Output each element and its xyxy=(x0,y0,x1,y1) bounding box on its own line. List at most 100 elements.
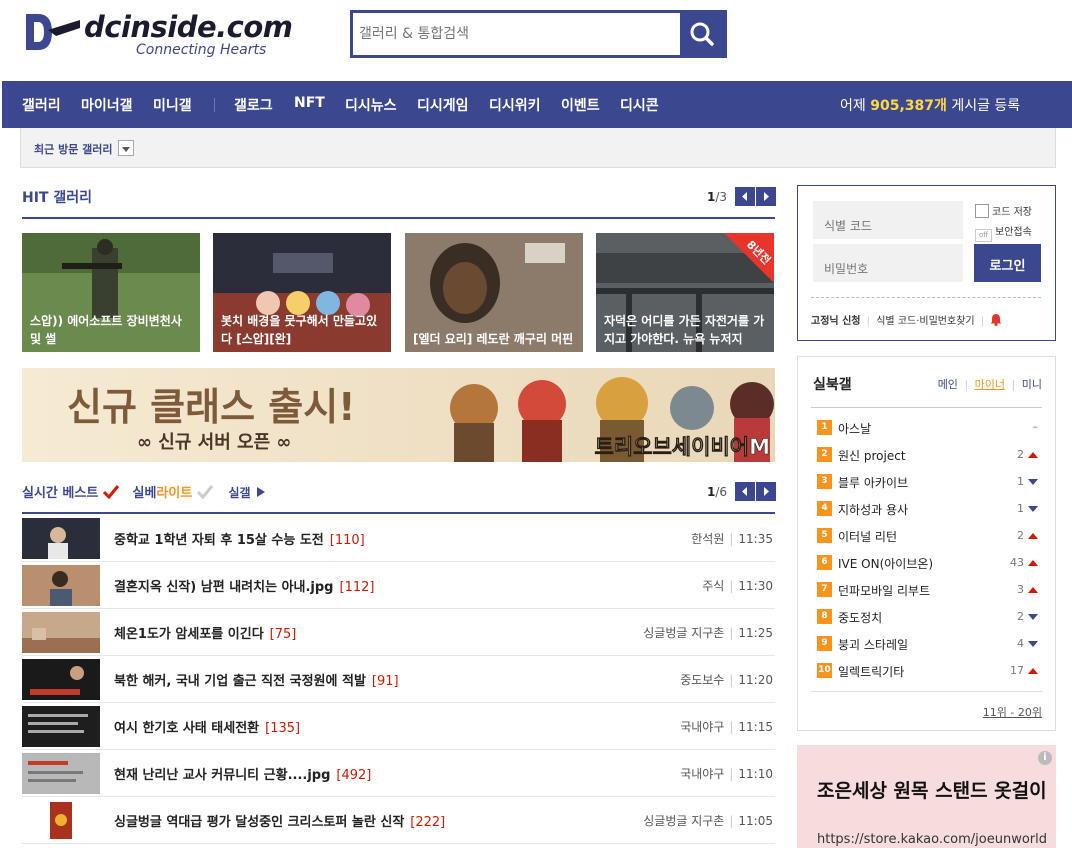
post-thumbnail xyxy=(22,706,100,747)
best-row[interactable]: 체온1도가 암세포를 이긴다 [75] 싱글벙글 지구촌 | 11:25 xyxy=(22,610,775,656)
ranking-more-link[interactable]: 11위 - 20위 xyxy=(983,704,1042,720)
hit-divider xyxy=(22,217,775,219)
rank-down-icon xyxy=(1028,641,1038,647)
hit-card[interactable]: [엘더 요리] 레도란 깨구리 머핀 xyxy=(405,233,583,352)
best-row[interactable]: 현재 난리난 교사 커뮤니티 근황....jpg [492] 국내야구 | 11:10 xyxy=(22,751,775,797)
login-box: 코드 저장 off보안접속 로그인 고정닉 신청 | 식별 코드·비밀번호찾기 … xyxy=(797,185,1056,341)
off-toggle[interactable]: off xyxy=(975,229,992,242)
main-nav: 갤러리 마이너갤 미니갤 갤로그 NFT 디시뉴스 디시게임 디시위키 이벤트 … xyxy=(2,81,1072,128)
hit-card[interactable]: 8년전 자덕은 어디를 가든 자전거를 가지고 가야한다. 뉴욕 뉴저지 xyxy=(596,233,774,352)
dcinside-logo[interactable]: dcinside.com Connecting Hearts xyxy=(22,8,322,60)
arrow-right-icon xyxy=(764,487,769,496)
rank-down-icon xyxy=(1028,479,1038,485)
gallery-name: 중도보수 xyxy=(680,673,725,687)
gallery-name: 지하성과 용사 xyxy=(838,503,909,517)
gallery-name: 싱글벙글 지구촌 xyxy=(643,814,725,828)
rank-badge: 5 xyxy=(817,528,832,543)
tab-mini[interactable]: 미니 xyxy=(1022,378,1042,391)
rank-down-icon xyxy=(1028,614,1038,620)
sidebar-ad[interactable]: i 조은세상 원목 스탠드 옷걸이 https://store.kakao.co… xyxy=(797,745,1056,848)
game-banner[interactable]: 신규 클래스 출시! ∞ 신규 서버 오픈 ∞ 트리오브세이비어M xyxy=(22,368,775,462)
best-tabs: 실시간 베스트 실베라이트 실갤 xyxy=(22,482,266,501)
save-code-option[interactable]: 코드 저장 xyxy=(975,203,1032,218)
nav-dccon[interactable]: 디시콘 xyxy=(620,95,659,115)
hit-card[interactable]: 스압)) 에어소프트 장비변천사 및 썰 xyxy=(22,233,200,352)
best-row[interactable]: 중학교 1학년 자퇴 후 15살 수능 도전 [110] 한석원 | 11:35 xyxy=(22,516,775,562)
hit-card[interactable]: 봇치 배경을 뭇구해서 만들고있다 [스압][완] xyxy=(213,233,391,352)
ranking-item[interactable]: 9 붕괴 스타레일 4 xyxy=(817,634,1042,654)
checkbox-icon[interactable] xyxy=(975,204,989,218)
post-meta: 국내야구 | 11:15 xyxy=(680,720,773,734)
comment-count: [222] xyxy=(410,815,446,830)
secure-login-option[interactable]: off 보안접속 xyxy=(975,223,1032,242)
ranking-item[interactable]: 3 블루 아카이브 1 xyxy=(817,472,1042,492)
play-arrow-icon xyxy=(256,487,265,497)
ranking-footer-divider xyxy=(811,691,1042,692)
logo-tagline: Connecting Hearts xyxy=(136,42,267,58)
nav-event[interactable]: 이벤트 xyxy=(561,95,600,115)
hit-prev-button[interactable] xyxy=(735,187,755,206)
tab-realtime-best[interactable]: 실시간 베스트 xyxy=(22,486,98,501)
gallery-name: 주식 xyxy=(702,579,725,593)
tab-best-lite-suffix: 라이트 xyxy=(156,486,193,501)
ranking-tabs: 메인 | 마이너 | 미니 xyxy=(937,378,1042,391)
gallery-name: 아스날 xyxy=(838,422,872,436)
tab-minor[interactable]: 마이너 xyxy=(975,378,1005,391)
tab-real-gallery[interactable]: 실갤 xyxy=(228,486,250,500)
best-row[interactable]: 싱글벙글 역대급 평가 달성중인 크리스토퍼 놀란 신작 [222] 싱글벙글 지… xyxy=(22,798,775,844)
nav-nft[interactable]: NFT xyxy=(294,95,325,111)
ranking-item[interactable]: 1 아스날 – xyxy=(817,418,1042,438)
ranking-item[interactable]: 2 원신 project 2 xyxy=(817,445,1042,465)
login-links: 고정닉 신청 | 식별 코드·비밀번호찾기 | xyxy=(811,312,1002,327)
search-input[interactable] xyxy=(359,13,679,55)
rank-change: 3 xyxy=(1017,583,1024,596)
rank-change: 17 xyxy=(1010,664,1024,677)
search-button[interactable] xyxy=(680,13,724,55)
nav-mini-gallery[interactable]: 미니갤 xyxy=(153,95,192,115)
nav-gallog[interactable]: 갤로그 xyxy=(234,95,273,115)
nav-minor-gallery[interactable]: 마이너갤 xyxy=(81,95,133,115)
password-input[interactable] xyxy=(813,244,963,282)
hit-caption: 봇치 배경을 뭇구해서 만들고있다 [스압][완] xyxy=(221,314,378,346)
login-divider xyxy=(811,297,1041,298)
ranking-item[interactable]: 4 지하성과 용사 1 xyxy=(817,499,1042,519)
rank-up-icon xyxy=(1028,560,1038,566)
nav-dcwiki[interactable]: 디시위키 xyxy=(489,95,541,115)
ranking-item[interactable]: 10 일렉트릭기타 17 xyxy=(817,661,1042,681)
nav-gallery[interactable]: 갤러리 xyxy=(22,95,61,115)
rank-up-icon xyxy=(1028,452,1038,458)
tab-main[interactable]: 메인 xyxy=(938,378,958,391)
ranking-item[interactable]: 8 중도정치 2 xyxy=(817,607,1042,627)
tab-best-lite[interactable]: 실베 xyxy=(132,486,156,501)
rank-change: 43 xyxy=(1010,556,1024,569)
gallery-name: 국내야구 xyxy=(680,767,725,781)
comment-count: [112] xyxy=(339,580,375,595)
login-button[interactable]: 로그인 xyxy=(974,244,1041,282)
best-row[interactable]: 여시 한기호 사태 태세전환 [135] 국내야구 | 11:15 xyxy=(22,704,775,750)
ad-info-icon[interactable]: i xyxy=(1038,751,1052,765)
post-title: 결혼지옥 신작) 남편 내려치는 아내.jpg [112] xyxy=(114,580,375,595)
gallery-name: 싱글벙글 지구촌 xyxy=(643,626,725,640)
post-time: 11:30 xyxy=(738,579,773,593)
fixed-nick-link[interactable]: 고정닉 신청 xyxy=(811,316,860,327)
best-row[interactable]: 결혼지옥 신작) 남편 내려치는 아내.jpg [112] 주식 | 11:30 xyxy=(22,563,775,609)
nav-dcgame[interactable]: 디시게임 xyxy=(417,95,469,115)
nav-divider xyxy=(214,98,215,112)
best-next-button[interactable] xyxy=(756,482,776,501)
header: dcinside.com Connecting Hearts xyxy=(0,0,1072,80)
best-prev-button[interactable] xyxy=(735,482,755,501)
nav-dcnews[interactable]: 디시뉴스 xyxy=(345,95,397,115)
chevron-down-icon xyxy=(122,147,130,152)
bell-icon[interactable] xyxy=(990,313,1002,326)
rank-badge: 1 xyxy=(817,420,832,435)
best-row[interactable]: 북한 해커, 국내 기업 출근 직전 국정원에 적발 [91] 중도보수 | 11:2… xyxy=(22,657,775,703)
find-code-link[interactable]: 식별 코드·비밀번호찾기 xyxy=(876,316,974,327)
rank-badge: 7 xyxy=(817,582,832,597)
rank-badge: 10 xyxy=(817,663,832,678)
ranking-item[interactable]: 7 던파모바일 리부트 3 xyxy=(817,580,1042,600)
id-code-input[interactable] xyxy=(813,201,963,239)
ranking-item[interactable]: 5 이터널 리턴 2 xyxy=(817,526,1042,546)
hit-next-button[interactable] xyxy=(756,187,776,206)
ranking-item[interactable]: 6 IVE ON(아이브온) 43 xyxy=(817,553,1042,573)
recent-visit-dropdown[interactable] xyxy=(118,140,134,156)
